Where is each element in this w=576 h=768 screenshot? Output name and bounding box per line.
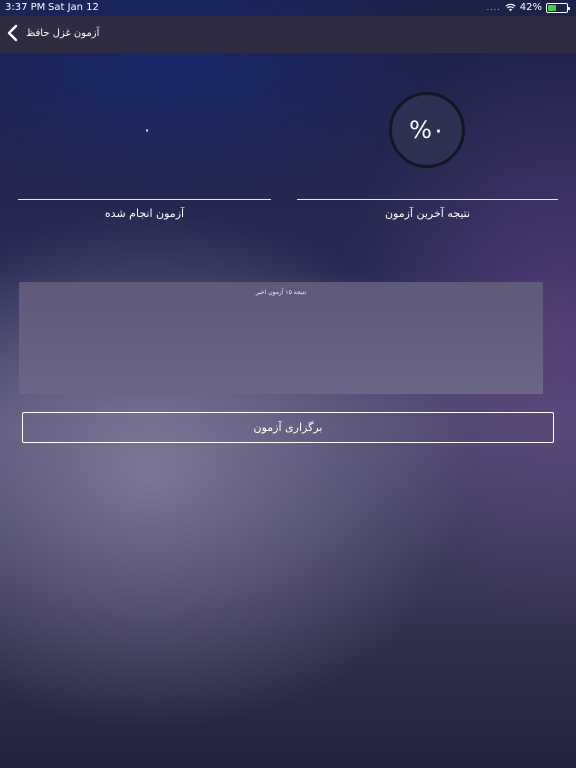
back-label: آزمون غزل حافظ	[26, 27, 100, 39]
start-quiz-label: برگزاری آزمون	[253, 421, 323, 434]
completed-label: آزمون انجام شده	[104, 207, 185, 220]
divider-right	[297, 199, 558, 200]
battery-icon	[546, 2, 570, 13]
last-result-value: %۰	[409, 116, 445, 144]
chart-title: نتیجه ۱۵ آزمون اخیر	[255, 289, 307, 296]
last-result-circle: %۰	[389, 92, 465, 168]
battery-percent: 42%	[519, 2, 542, 13]
last-result-label: نتیجه آخرین آزمون	[384, 207, 471, 220]
signal-dots: ....	[486, 3, 501, 12]
start-quiz-button[interactable]: برگزاری آزمون	[22, 412, 554, 443]
status-date: Sat Jan 12	[48, 2, 99, 13]
nav-bar: آزمون غزل حافظ	[0, 16, 576, 53]
status-bar: 3:37 PM Sat Jan 12 .... 42%	[0, 0, 576, 16]
chevron-left-icon	[7, 24, 18, 42]
back-button[interactable]: آزمون غزل حافظ	[6, 24, 99, 42]
status-time: 3:37 PM	[5, 2, 46, 13]
completed-count: ۰	[142, 120, 152, 139]
wifi-icon	[505, 3, 516, 12]
results-chart: نتیجه ۱۵ آزمون اخیر	[19, 282, 543, 394]
status-right: .... 42%	[486, 2, 570, 13]
divider-left	[18, 199, 271, 200]
